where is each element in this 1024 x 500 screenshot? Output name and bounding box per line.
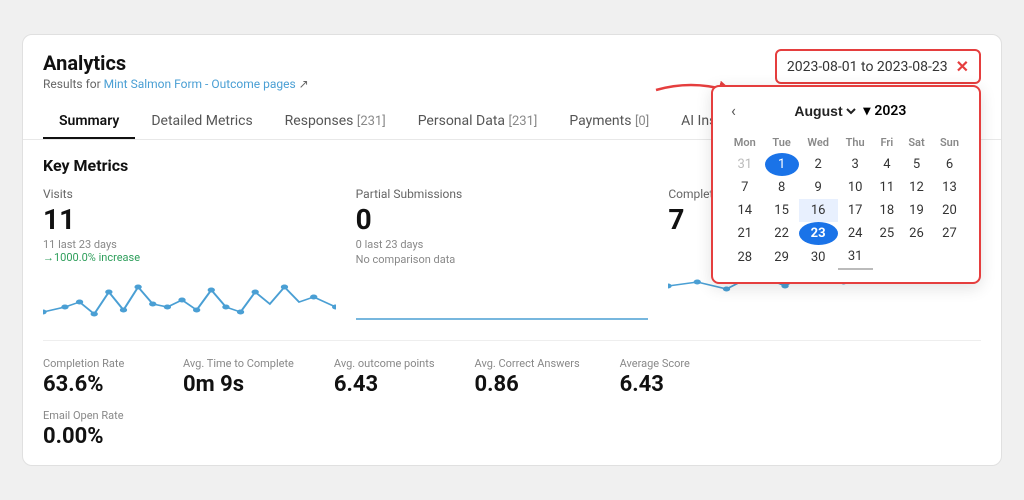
calendar-day[interactable]: 4 [873,153,901,176]
tab-personal-data[interactable]: Personal Data [231] [402,105,554,139]
calendar-day[interactable]: 19 [901,199,932,222]
tab-payments[interactable]: Payments [0] [553,105,665,139]
metric-avg-outcome: Avg. outcome points 6.43 [334,357,435,397]
tab-summary[interactable]: Summary [43,105,135,139]
calendar-day[interactable]: 2 [799,153,838,176]
visits-chart [43,272,336,322]
next-month-button[interactable] [955,109,967,113]
metric-avg-time: Avg. Time to Complete 0m 9s [183,357,294,397]
calendar-day[interactable]: 11 [873,176,901,199]
calendar-grid: Mon Tue Wed Thu Fri Sat Sun 311234567891… [725,132,967,270]
calendar-day[interactable]: 5 [901,153,932,176]
calendar-day[interactable]: 18 [873,199,901,222]
partial-chart [356,274,649,324]
calendar-day[interactable]: 26 [901,222,932,245]
calendar-day[interactable]: 7 [725,176,765,199]
cal-day-fri: Fri [873,132,901,153]
calendar-day[interactable]: 21 [725,222,765,245]
calendar-day[interactable]: 27 [932,222,967,245]
extra-metrics: Email Open Rate 0.00% [43,409,981,449]
calendar-day[interactable]: 17 [838,199,873,222]
calendar-day[interactable]: 23 [799,222,838,245]
calendar-day[interactable]: 10 [838,176,873,199]
cal-day-mon: Mon [725,132,765,153]
metric-avg-score: Average Score 6.43 [620,357,720,397]
cal-day-sun: Sun [932,132,967,153]
calendar-header: ‹ August ▾ 2023 [725,99,967,122]
partial-sub1: 0 last 23 days [356,238,649,251]
calendar-day[interactable]: 29 [765,245,799,269]
calendar-day[interactable]: 20 [932,199,967,222]
calendar-day[interactable]: 30 [799,245,838,269]
partial-sub2: No comparison data [356,253,649,266]
partial-value: 0 [356,203,649,236]
calendar-day[interactable]: 14 [725,199,765,222]
calendar-day[interactable]: 13 [932,176,967,199]
calendar-day[interactable]: 15 [765,199,799,222]
calendar-day[interactable]: 6 [932,153,967,176]
date-range-value: 2023-08-01 to 2023-08-23 [787,59,948,75]
subtitle-link[interactable]: Mint Salmon Form - Outcome pages [104,77,296,91]
calendar-day[interactable]: 24 [838,222,873,245]
key-metrics-title: Key Metrics [43,156,128,175]
metric-avg-correct: Avg. Correct Answers 0.86 [475,357,580,397]
metric-visits: Visits 11 11 last 23 days →1000.0% incre… [43,187,356,324]
calendar-day[interactable]: 22 [765,222,799,245]
metric-partial-submissions: Partial Submissions 0 0 last 23 days No … [356,187,669,324]
cal-day-wed: Wed [799,132,838,153]
calendar-day[interactable]: 25 [873,222,901,245]
visits-increase: →1000.0% increase [43,251,336,264]
calendar-month-year: August ▾ 2023 [790,102,906,120]
calendar-day[interactable]: 8 [765,176,799,199]
date-range-box[interactable]: 2023-08-01 to 2023-08-23 ✕ [775,49,981,84]
metric-completion-rate: Completion Rate 63.6% [43,357,143,397]
tab-detailed-metrics[interactable]: Detailed Metrics [135,105,268,139]
month-select[interactable]: August [790,102,859,120]
close-date-button[interactable]: ✕ [956,57,969,76]
prev-month-button[interactable]: ‹ [725,99,742,122]
tab-responses[interactable]: Responses [231] [269,105,402,139]
external-link-icon: ↗ [299,77,309,91]
calendar-day[interactable]: 1 [765,153,799,176]
bottom-metrics: Completion Rate 63.6% Avg. Time to Compl… [43,357,981,397]
calendar-day[interactable]: 31 [725,153,765,176]
cal-day-tue: Tue [765,132,799,153]
calendar-day[interactable]: 28 [725,245,765,269]
calendar-day[interactable]: 31 [838,245,873,269]
visits-value: 11 [43,203,336,236]
calendar-day[interactable]: 9 [799,176,838,199]
metric-email-open-rate: Email Open Rate 0.00% [43,409,981,449]
cal-day-thu: Thu [838,132,873,153]
visits-label: Visits [43,187,336,201]
cal-day-sat: Sat [901,132,932,153]
calendar-day[interactable]: 16 [799,199,838,222]
visits-sub1: 11 last 23 days [43,238,336,251]
calendar-day[interactable]: 12 [901,176,932,199]
calendar-year: 2023 [874,103,906,119]
partial-label: Partial Submissions [356,187,649,201]
calendar-day[interactable]: 3 [838,153,873,176]
calendar-dropdown: ‹ August ▾ 2023 Mon Tue Wed Thu Fri Sat [711,85,981,284]
